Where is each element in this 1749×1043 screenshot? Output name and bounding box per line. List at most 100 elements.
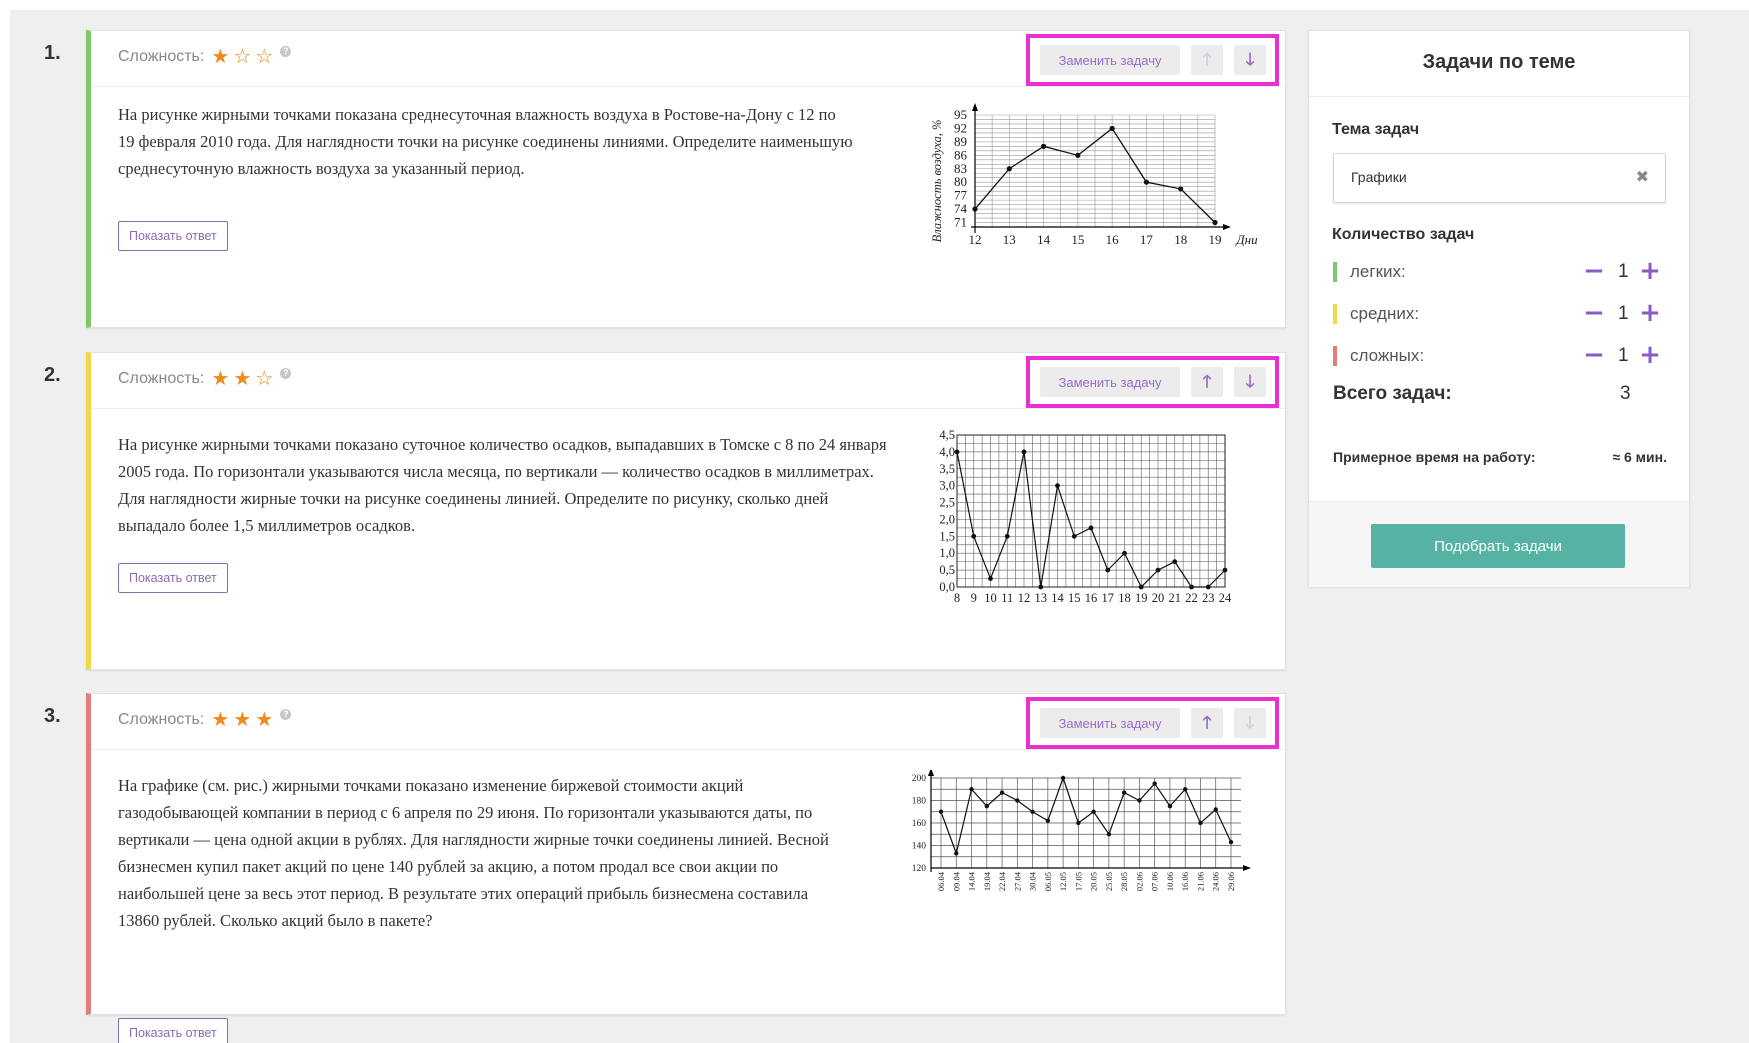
data-point [1006, 166, 1012, 172]
show-answer-button[interactable]: Показать ответ [118, 563, 228, 593]
move-up-button[interactable]: 🡑 [1191, 708, 1223, 738]
move-down-button[interactable]: 🡓 [1234, 45, 1266, 75]
x-tick-label: 11 [1001, 591, 1013, 605]
move-down-button[interactable]: 🡓 [1234, 367, 1266, 397]
y-tick-label: 140 [912, 842, 927, 852]
replace-task-button[interactable]: Заменить задачу [1040, 708, 1180, 738]
topic-value: Графики [1351, 169, 1407, 185]
star-filled-icon: ★ [211, 368, 230, 390]
data-point [954, 851, 959, 856]
x-tick-label: 22 [1185, 591, 1198, 605]
data-point [969, 787, 974, 792]
x-tick-label: 16 [1085, 591, 1098, 605]
move-up-button[interactable]: 🡑 [1191, 367, 1223, 397]
x-tick-label: 23 [1202, 591, 1215, 605]
increment-button[interactable]: + [1639, 258, 1661, 285]
task-text: На рисунке жирными точками показана сред… [118, 101, 853, 182]
move-down-button[interactable]: 🡓 [1234, 708, 1266, 738]
x-tick-label: 07.06 [1150, 872, 1160, 891]
move-up-button[interactable]: 🡑 [1191, 45, 1223, 75]
decrement-button[interactable]: − [1583, 258, 1605, 285]
y-tick-label: 180 [912, 797, 927, 807]
y-axis-arrow [972, 103, 978, 111]
y-tick-label: 89 [954, 134, 967, 149]
y-tick-label: 74 [954, 201, 968, 216]
help-icon[interactable]: ? [280, 708, 292, 720]
data-point [972, 206, 978, 212]
replace-task-button[interactable]: Заменить задачу [1040, 367, 1180, 397]
count-row-medium: средних: − 1 + [1333, 300, 1667, 331]
task-text-line: На графике (см. рис.) жирными точками по… [118, 776, 744, 795]
task-text-line: среднесуточную влажность воздуха за указ… [118, 159, 525, 178]
task-text-line: 2005 года. По горизонтали указываются чи… [118, 462, 874, 481]
x-axis-label: Дни [1234, 232, 1258, 247]
x-tick-label: 06.04 [936, 871, 946, 891]
data-point [1106, 832, 1112, 837]
y-tick-label: 3,0 [939, 479, 955, 493]
x-tick-label: 16 [1106, 232, 1120, 247]
data-point [1021, 449, 1027, 455]
task-text-line: выпадало более 1,5 миллиметров осадков. [118, 516, 416, 535]
clear-icon[interactable]: ✖ [1636, 167, 1649, 187]
x-tick-label: 14.04 [967, 871, 977, 891]
x-tick-label: 13 [1003, 232, 1016, 247]
count-value: 1 [1618, 303, 1629, 324]
x-tick-label: 21 [1169, 591, 1182, 605]
level-color-bar [1333, 346, 1337, 366]
help-icon[interactable]: ? [280, 367, 292, 379]
x-tick-label: 15 [1071, 232, 1084, 247]
y-tick-label: 200 [912, 774, 927, 784]
data-point [954, 449, 960, 455]
time-label: Примерное время на работу: [1333, 449, 1536, 465]
task-card: Сложность: ★ ☆ ☆ ? Заменить задачу 🡑 🡓 На … [86, 30, 1286, 328]
x-tick-label: 06.05 [1043, 872, 1053, 891]
increment-button[interactable]: + [1639, 342, 1661, 369]
x-tick-label: 10 [984, 591, 997, 605]
level-label: легких: [1350, 262, 1406, 281]
x-tick-label: 13 [1035, 591, 1048, 605]
data-point [1137, 798, 1142, 803]
pick-tasks-button[interactable]: Подобрать задачи [1371, 524, 1625, 568]
data-point [1222, 567, 1228, 573]
y-tick-label: 0,0 [939, 580, 955, 594]
task-text-line: бизнесмен купил пакет акций по цене 140 … [118, 857, 779, 876]
x-axis-arrow [1243, 865, 1251, 871]
x-tick-label: 18 [1118, 591, 1131, 605]
decrement-button[interactable]: − [1583, 300, 1605, 327]
y-tick-label: 0,5 [939, 563, 955, 577]
data-point [988, 576, 993, 581]
star-filled-icon: ★ [211, 46, 230, 68]
help-icon[interactable]: ? [280, 45, 292, 57]
difficulty-label: Сложность: [118, 711, 205, 728]
show-answer-button[interactable]: Показать ответ [118, 221, 228, 251]
increment-button[interactable]: + [1639, 300, 1661, 327]
task-number: 3. [44, 705, 61, 727]
stock-price-chart: 120 140 160 180 200 06.04 09.04 14.04 19.04 22.04… [912, 770, 1251, 891]
data-point [1213, 807, 1218, 812]
decrement-button[interactable]: − [1583, 342, 1605, 369]
data-point [1155, 567, 1161, 573]
y-tick-label: 4,5 [939, 428, 955, 442]
x-tick-label: 19 [1135, 591, 1148, 605]
topic-select[interactable]: Графики ✖ [1333, 153, 1666, 203]
data-point [1198, 820, 1203, 826]
x-tick-label: 19.04 [982, 871, 992, 891]
x-tick-label: 20 [1152, 591, 1165, 605]
replace-task-button[interactable]: Заменить задачу [1040, 45, 1180, 75]
y-tick-label: 83 [954, 161, 967, 176]
x-tick-label: 17.05 [1073, 872, 1083, 891]
star-filled-icon: ★ [255, 709, 274, 731]
x-tick-label: 8 [954, 591, 960, 605]
x-tick-label: 27.04 [1012, 871, 1022, 891]
difficulty: Сложность: ★ ★ ☆ ? [118, 367, 292, 390]
data-point [1189, 584, 1194, 590]
difficulty-stars: ★ ☆ ☆ [209, 47, 275, 67]
task-text: На графике (см. рис.) жирными точками по… [118, 772, 829, 934]
data-point [1055, 483, 1060, 489]
sidebar-title: Задачи по теме [1309, 31, 1689, 97]
show-answer-button[interactable]: Показать ответ [118, 1018, 228, 1043]
x-tick-label: 21.06 [1195, 872, 1205, 891]
data-point [1030, 809, 1035, 814]
star-filled-icon: ★ [211, 709, 230, 731]
data-point [1122, 550, 1127, 556]
